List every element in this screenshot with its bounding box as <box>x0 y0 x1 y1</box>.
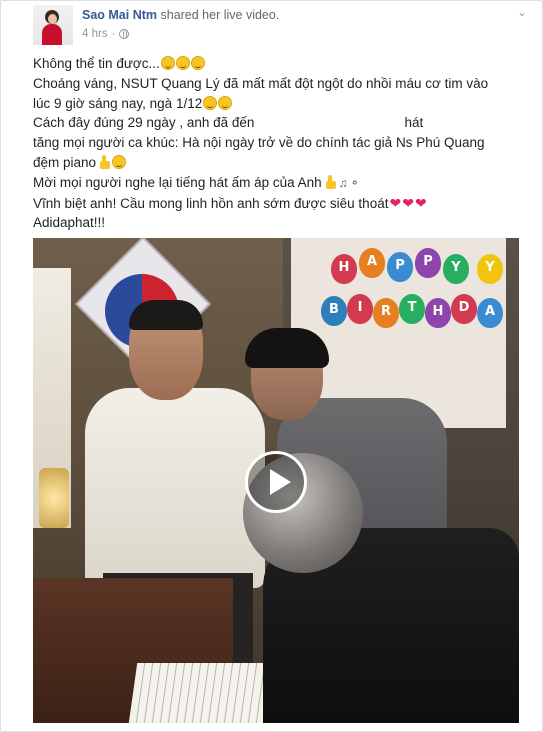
avatar[interactable] <box>33 5 73 45</box>
balloon: H <box>331 254 357 284</box>
heart-icon: ❤ <box>414 194 427 211</box>
message-line: tăng mọi người ca khúc: Hà nội ngày trở … <box>33 135 485 151</box>
balloon: B <box>321 296 347 326</box>
balloon: A <box>477 298 503 328</box>
author-line: Sao Mai Ntm shared her live video. <box>82 8 279 22</box>
message-line: Choáng váng, NSUT Quang Lý đã mất mất độ… <box>33 75 489 91</box>
balloon: T <box>399 294 425 324</box>
crying-laughing-emoji-icon <box>203 95 218 110</box>
message-line: Mời mọi người nghe lại tiếng hát ấm áp c… <box>33 174 360 190</box>
balloon: A <box>359 248 385 278</box>
balloon: R <box>373 298 399 328</box>
balloon: Y <box>477 254 503 284</box>
heart-icon: ❤ <box>402 194 414 211</box>
microphone-icon: ⚬ <box>349 175 360 190</box>
post-meta: 4 hrs · <box>82 28 130 40</box>
post-header: Sao Mai Ntm shared her live video. 4 hrs… <box>33 5 530 45</box>
crying-laughing-emoji-icon <box>160 56 175 70</box>
video-player[interactable]: H A P P Y B I R T H D A Y <box>33 238 519 723</box>
laughing-emoji-icon <box>112 154 127 169</box>
message-line: Vĩnh biệt anh! Cầu mong linh hồn anh sớm… <box>33 194 427 211</box>
balloon: Y <box>443 254 469 284</box>
balloon: P <box>387 252 413 282</box>
balloon: P <box>415 248 441 278</box>
music-notes-icon: ♫ <box>338 175 348 190</box>
laughing-emoji-icon <box>218 95 233 110</box>
author-name[interactable]: Sao Mai Ntm <box>82 8 157 22</box>
message-line: Không thể tin được... <box>33 54 523 74</box>
balloon: I <box>347 294 373 324</box>
globe-icon[interactable] <box>119 29 130 39</box>
message-line: lúc 9 giờ sáng nay, ngà 1/12 <box>33 94 523 114</box>
timestamp[interactable]: 4 hrs <box>82 28 108 40</box>
piano-keys <box>128 663 278 723</box>
laughing-emoji-icon <box>175 56 190 70</box>
play-icon[interactable] <box>245 451 307 513</box>
post-message: Không thể tin được... Choáng váng, NSUT … <box>33 54 523 233</box>
heart-icon: ❤ <box>389 194 402 211</box>
balloon: H <box>425 298 451 328</box>
chevron-down-icon[interactable]: ⌄ <box>516 7 528 19</box>
balloon: D <box>451 294 477 324</box>
thumbs-up-icon <box>98 154 111 169</box>
person <box>85 388 265 588</box>
post-action: shared her live video. <box>157 8 280 22</box>
post-card: Sao Mai Ntm shared her live video. 4 hrs… <box>0 0 543 732</box>
lamp <box>39 468 69 528</box>
crying-laughing-emoji-icon <box>190 56 205 70</box>
message-line: Cách đây đúng 29 ngày , anh đã đến hát <box>33 115 424 131</box>
thumbs-up-icon <box>324 174 337 189</box>
message-line: đệm piano <box>33 153 523 173</box>
message-line: Adidaphat!!! <box>33 215 106 231</box>
